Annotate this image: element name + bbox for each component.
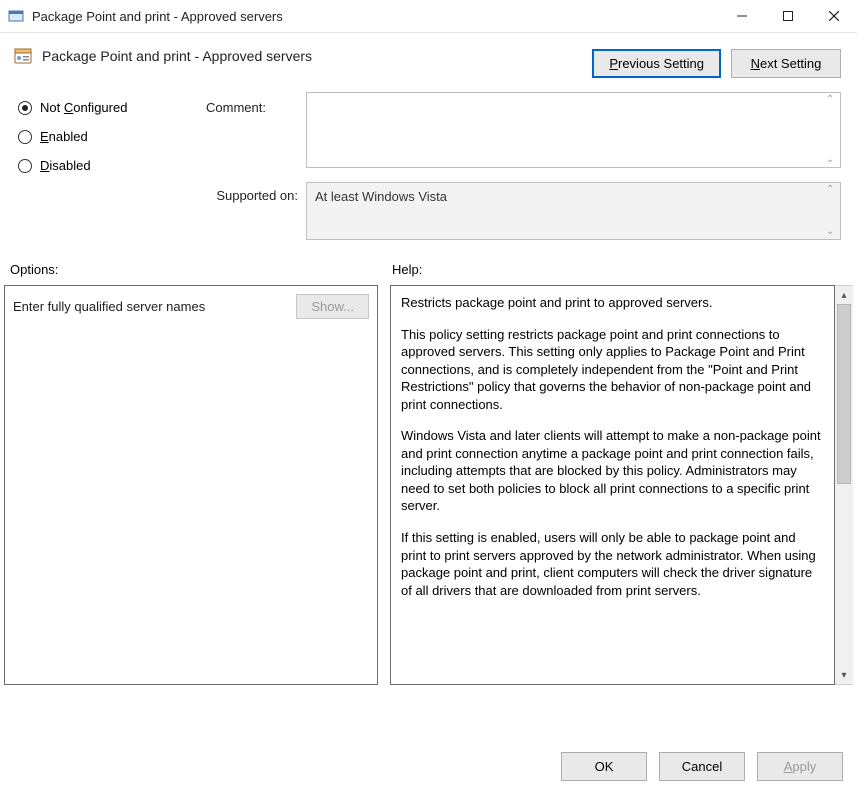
policy-icon xyxy=(14,47,32,65)
scroll-up-icon[interactable]: ▴ xyxy=(835,286,853,304)
radio-label: Not Configured xyxy=(40,100,127,115)
maximize-button[interactable] xyxy=(765,0,811,32)
scrollbar-thumb[interactable] xyxy=(837,304,851,484)
chevron-down-icon[interactable]: ⌄ xyxy=(826,155,836,165)
scroll-down-icon[interactable]: ▾ xyxy=(835,666,853,684)
supported-on-label: Supported on: xyxy=(206,182,306,203)
help-section-label: Help: xyxy=(392,262,841,277)
previous-setting-button[interactable]: Previous Setting xyxy=(592,49,721,78)
panels: Enter fully qualified server names Show.… xyxy=(0,285,857,738)
cancel-button[interactable]: Cancel xyxy=(659,752,745,781)
dialog-window: Package Point and print - Approved serve… xyxy=(0,0,857,795)
options-panel: Enter fully qualified server names Show.… xyxy=(4,285,378,685)
apply-button[interactable]: Apply xyxy=(757,752,843,781)
section-labels: Options: Help: xyxy=(0,240,857,285)
radio-label: Enabled xyxy=(40,129,88,144)
titlebar: Package Point and print - Approved serve… xyxy=(0,0,857,32)
state-radios: Not Configured Enabled Disabled xyxy=(18,92,188,240)
next-setting-button[interactable]: Next Setting xyxy=(731,49,841,78)
help-paragraph: Restricts package point and print to app… xyxy=(401,294,824,312)
comment-label: Comment: xyxy=(206,92,306,115)
help-paragraph: Windows Vista and later clients will att… xyxy=(401,427,824,515)
chevron-down-icon: ⌄ xyxy=(826,227,836,237)
radio-icon xyxy=(18,159,32,173)
comment-textarea[interactable]: ⌃ ⌄ xyxy=(306,92,841,168)
radio-disabled[interactable]: Disabled xyxy=(18,158,188,173)
config-block: Not Configured Enabled Disabled Comment:… xyxy=(0,86,857,240)
help-paragraph: This policy setting restricts package po… xyxy=(401,326,824,414)
app-icon xyxy=(8,8,24,24)
show-button[interactable]: Show... xyxy=(296,294,369,319)
radio-not-configured[interactable]: Not Configured xyxy=(18,100,188,115)
supported-on-value: At least Windows Vista xyxy=(315,189,447,204)
radio-icon xyxy=(18,130,32,144)
chevron-up-icon[interactable]: ⌃ xyxy=(826,95,836,105)
help-panel: Restricts package point and print to app… xyxy=(390,285,835,685)
supported-on-value-box: At least Windows Vista ⌃ ⌄ xyxy=(306,182,841,240)
options-section-label: Options: xyxy=(10,262,392,277)
policy-title: Package Point and print - Approved serve… xyxy=(42,48,312,64)
ok-button[interactable]: OK xyxy=(561,752,647,781)
dialog-footer: OK Cancel Apply xyxy=(0,738,857,795)
chevron-up-icon: ⌃ xyxy=(826,185,836,195)
help-paragraph: If this setting is enabled, users will o… xyxy=(401,529,824,599)
options-entry-label: Enter fully qualified server names xyxy=(13,299,205,314)
close-button[interactable] xyxy=(811,0,857,32)
help-scrollbar[interactable]: ▴ ▾ xyxy=(835,285,853,685)
radio-enabled[interactable]: Enabled xyxy=(18,129,188,144)
radio-icon xyxy=(18,101,32,115)
radio-label: Disabled xyxy=(40,158,91,173)
header-row: Package Point and print - Approved serve… xyxy=(0,33,857,86)
window-title: Package Point and print - Approved serve… xyxy=(32,9,283,24)
minimize-button[interactable] xyxy=(719,0,765,32)
